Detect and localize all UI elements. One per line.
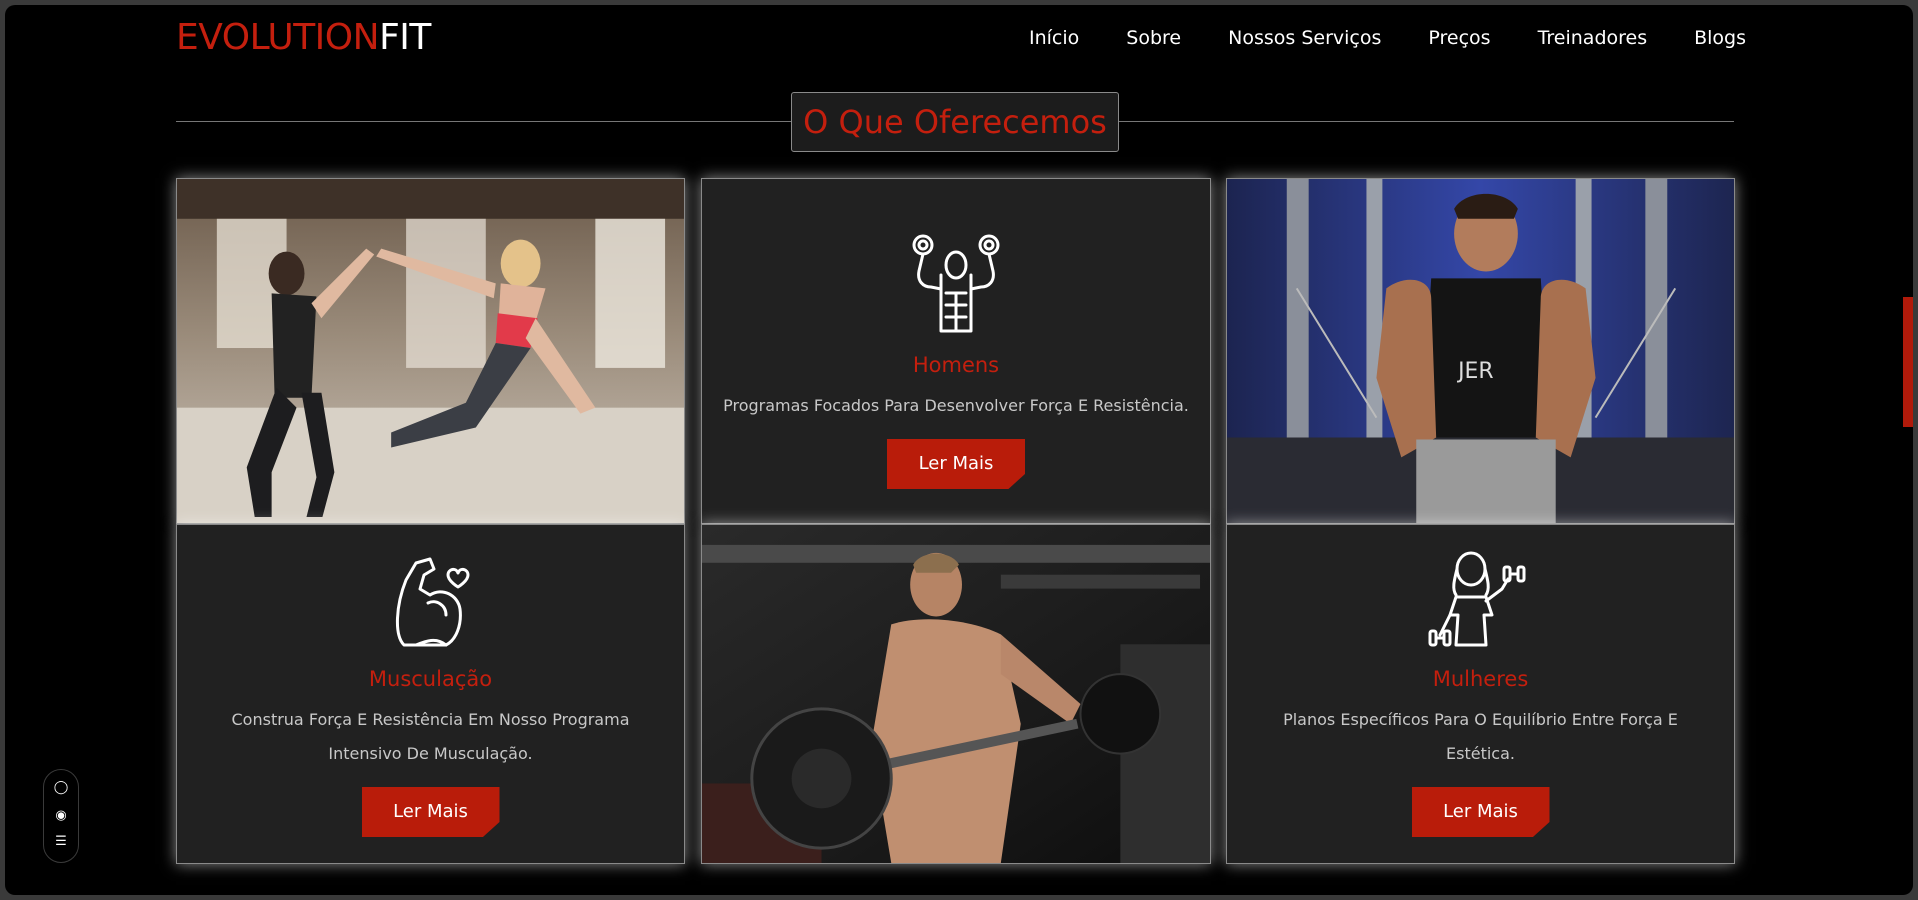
service-card-homens: Homens Programas Focados Para Desenvolve… (701, 178, 1211, 524)
site-logo[interactable]: EVOLUTIONFIT (176, 18, 431, 58)
browser-viewport: EVOLUTIONFIT Início Sobre Nossos Serviço… (5, 5, 1913, 895)
two-women-high-five-photo (177, 179, 684, 523)
nav-sobre[interactable]: Sobre (1126, 25, 1181, 51)
svg-text:JER: JER (1456, 359, 1494, 384)
ler-mais-homens-button[interactable]: Ler Mais (887, 439, 1025, 489)
card-title-homens: Homens (912, 353, 1000, 377)
nav-inicio[interactable]: Início (1029, 25, 1079, 51)
muscle-man-dumbbells-icon (912, 234, 1000, 333)
man-barbell-curl-photo (702, 525, 1210, 863)
photo-card-women (176, 178, 685, 524)
photo-card-man-barbell (701, 524, 1211, 864)
card-desc-homens: Programas Focados Para Desenvolver Força… (723, 396, 1189, 415)
eye-icon[interactable]: ◉ (44, 808, 78, 824)
site-header: EVOLUTIONFIT Início Sobre Nossos Serviço… (5, 5, 1913, 73)
photo-card-man-cable: JER (1226, 178, 1735, 524)
flexed-arm-heart-icon (395, 557, 469, 647)
card-title-mulheres: Mulheres (1432, 667, 1529, 691)
logo-fit: FIT (379, 17, 431, 58)
man-cable-machine-photo: JER (1227, 179, 1734, 523)
logo-evolution: EVOLUTION (176, 17, 380, 58)
nav-precos[interactable]: Preços (1428, 25, 1490, 51)
ler-mais-mulheres-button[interactable]: Ler Mais (1411, 787, 1550, 837)
service-card-musculacao: Musculação Construa Força E Resistência … (176, 524, 685, 864)
card-title-musculacao: Musculação (368, 667, 493, 691)
card-desc-mulheres: Planos Específicos Para O Equilíbrio Ent… (1283, 710, 1678, 763)
nav-treinadores[interactable]: Treinadores (1538, 25, 1648, 51)
nav-blogs[interactable]: Blogs (1694, 25, 1746, 51)
woman-dumbbell-icon (1428, 551, 1525, 647)
nav-servicos[interactable]: Nossos Serviços (1228, 25, 1381, 51)
main-nav: Início Sobre Nossos Serviços Preços Trei… (1029, 25, 1746, 51)
ler-mais-musculacao-button[interactable]: Ler Mais (361, 787, 500, 837)
section-title: O Que Oferecemos (791, 92, 1119, 152)
service-card-mulheres: Mulheres Planos Específicos Para O Equil… (1226, 524, 1735, 864)
settings-icon[interactable]: ☰ (44, 834, 78, 850)
floating-tools-widget: ◯ ◉ ☰ (43, 769, 79, 863)
card-desc-musculacao: Construa Força E Resistência Em Nosso Pr… (231, 710, 630, 763)
scrollbar-thumb[interactable] (1903, 297, 1913, 427)
chat-icon[interactable]: ◯ (44, 780, 78, 796)
